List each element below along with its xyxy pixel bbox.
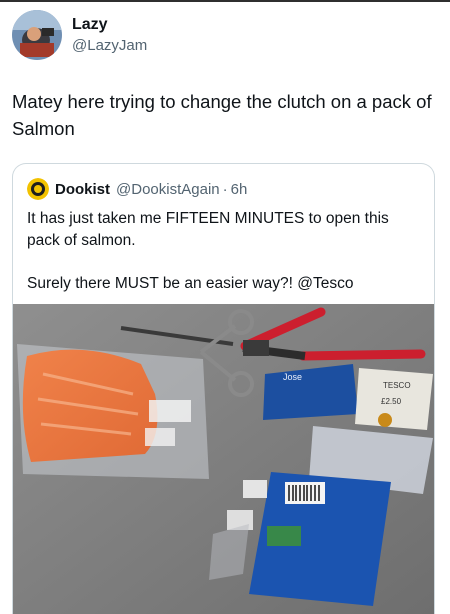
quoted-author-name[interactable]: Dookist — [55, 181, 110, 198]
author-name[interactable]: Lazy — [72, 15, 147, 34]
quoted-tweet-text-line1: It has just taken me FIFTEEN MINUTES to … — [27, 210, 389, 249]
tag-price: £2.50 — [381, 397, 402, 406]
author-avatar[interactable] — [12, 10, 62, 60]
quoted-tweet-text-line2: Surely there MUST be an easier way?! @Te… — [27, 275, 354, 292]
tesco-label: TESCO — [383, 381, 411, 390]
tweet-text: Matey here trying to change the clutch o… — [12, 91, 432, 139]
quoted-separator: · — [222, 180, 228, 198]
pliers-handle-bottom — [298, 349, 426, 361]
salmon-photo[interactable]: Jose TESCO £2.50 — [13, 304, 434, 614]
quoted-time[interactable]: 6h — [231, 181, 248, 198]
author-handle[interactable]: @LazyJam — [72, 36, 147, 55]
packet-label-text: Jose — [283, 372, 302, 382]
author-info: Lazy @LazyJam — [72, 15, 147, 55]
quoted-author-avatar — [27, 178, 49, 200]
quoted-author-handle[interactable]: @DookistAgain — [116, 181, 220, 198]
quoted-tweet-card[interactable]: Dookist @DookistAgain · 6h It has just t… — [12, 163, 435, 614]
quoted-tweet-header: Dookist @DookistAgain · 6h — [27, 178, 247, 200]
tweet-header: Lazy @LazyJam — [12, 9, 147, 61]
top-divider — [0, 0, 450, 2]
